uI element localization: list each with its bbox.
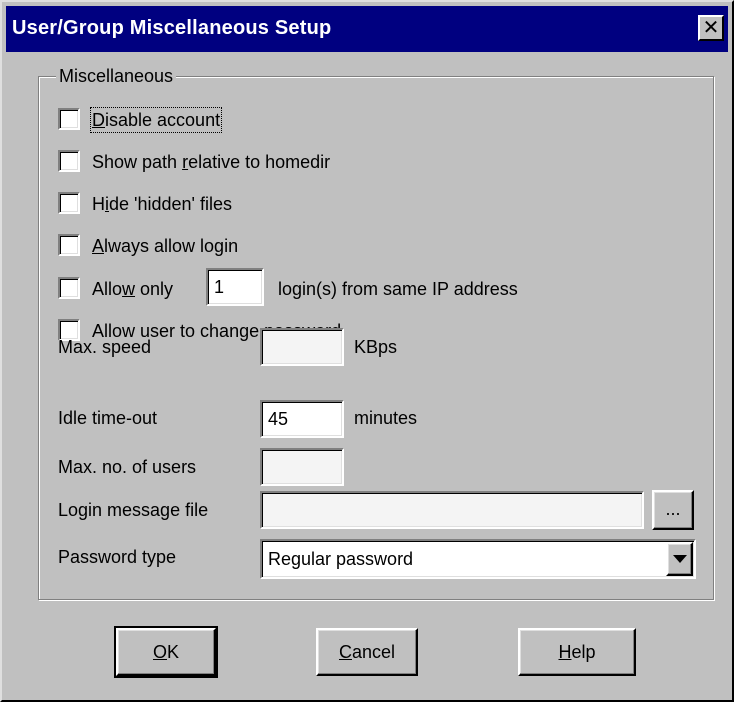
help-button[interactable]: Help [518,628,636,676]
password-type-dropdown-button[interactable] [666,542,693,576]
allow-only-suffix: login(s) from same IP address [278,279,518,299]
close-button[interactable]: ✕ [698,15,724,41]
cancel-label: Cancel [338,642,396,662]
browse-button[interactable]: ... [652,490,694,530]
max-speed-label: Max. speed [58,337,152,357]
show-path-checkbox[interactable] [58,150,80,172]
idle-timeout-unit: minutes [354,408,418,428]
idle-timeout-input[interactable]: 45 [260,400,344,438]
allow-only-label[interactable]: Allow only [92,278,173,300]
show-path-label[interactable]: Show path relative to homedir [92,151,330,173]
browse-label: ... [665,499,681,519]
max-users-input[interactable] [260,448,344,486]
always-login-label[interactable]: Always allow login [92,235,238,257]
password-type-value: Regular password [268,549,414,569]
miscellaneous-setup-dialog: User/Group Miscellaneous Setup ✕ Miscell… [0,0,734,702]
dialog-title: User/Group Miscellaneous Setup [12,17,332,39]
login-message-label: Login message file [58,500,209,520]
idle-timeout-value: 45 [268,409,289,429]
ok-button[interactable]: OK [114,626,218,678]
chevron-down-icon [672,555,687,563]
max-speed-input[interactable] [260,328,344,366]
password-type-select[interactable]: Regular password [260,539,696,579]
help-label: Help [558,642,596,662]
hide-hidden-checkbox[interactable] [58,192,80,214]
cancel-button[interactable]: Cancel [316,628,418,676]
idle-timeout-label: Idle time-out [58,408,158,428]
groupbox-legend: Miscellaneous [56,66,177,87]
hide-hidden-label[interactable]: Hide 'hidden' files [92,193,232,215]
password-type-label: Password type [58,547,177,567]
close-icon: ✕ [702,15,720,39]
ok-label: OK [152,642,180,662]
allow-only-count-value: 1 [214,277,225,297]
always-login-checkbox[interactable] [58,234,80,256]
title-bar[interactable]: User/Group Miscellaneous Setup ✕ [6,6,728,52]
max-speed-unit: KBps [354,337,398,357]
login-message-input[interactable] [260,491,644,529]
disable-account-label[interactable]: Disable account [89,107,223,133]
allow-only-checkbox[interactable] [58,277,80,299]
disable-account-checkbox[interactable] [58,108,80,130]
max-users-label: Max. no. of users [58,457,197,477]
allow-only-count-input[interactable]: 1 [206,268,264,306]
